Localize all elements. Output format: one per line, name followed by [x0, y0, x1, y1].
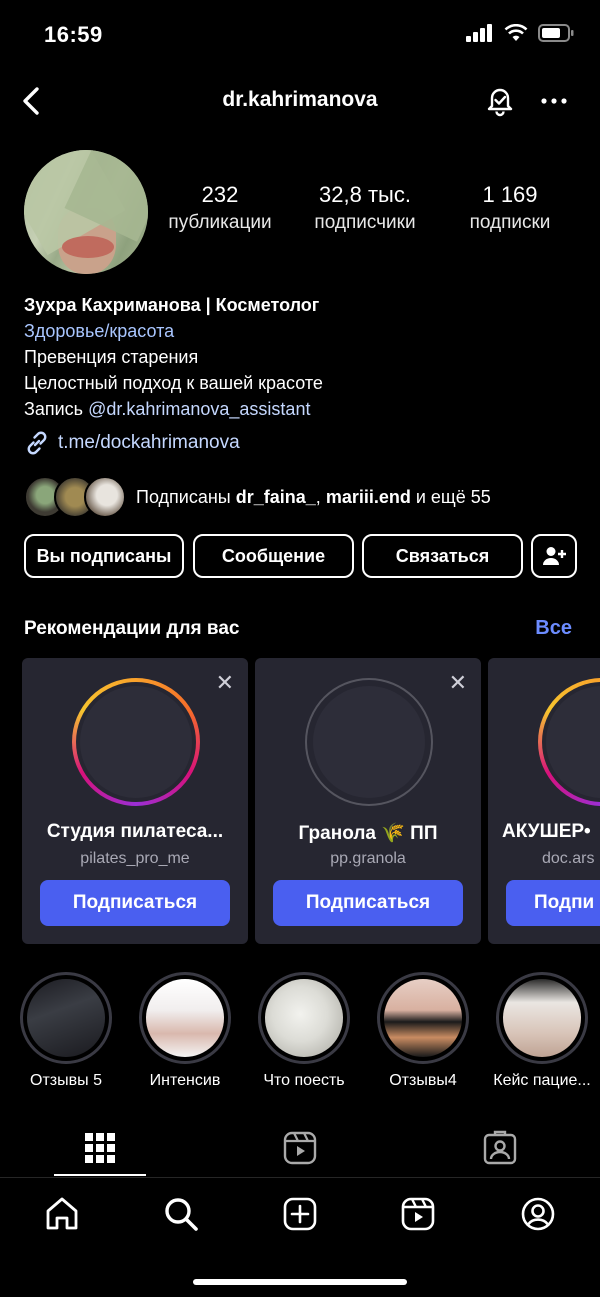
tab-reels[interactable]	[280, 1128, 320, 1168]
external-link-text[interactable]: t.me/dockahrimanova	[58, 432, 240, 454]
mutual-follower-name: mariii.end	[325, 486, 411, 507]
message-button[interactable]: Сообщение	[193, 534, 354, 578]
highlight-label: Отзывы4	[389, 1072, 457, 1089]
stat-posts-value: 232	[201, 182, 239, 207]
highlight-label: Интенсив	[149, 1072, 221, 1089]
nav-profile[interactable]	[518, 1194, 558, 1234]
tagged-icon	[483, 1130, 517, 1165]
highlight-label: Отзывы 5	[30, 1072, 102, 1089]
tab-tagged[interactable]	[480, 1128, 520, 1168]
nav-create[interactable]	[280, 1194, 320, 1234]
nav-search[interactable]	[161, 1194, 201, 1234]
profile-bio: Зухра Кахриманова | Косметолог Здоровье/…	[24, 292, 584, 422]
recommendation-name: Гранола 🌾 ПП	[298, 823, 438, 844]
external-link[interactable]: t.me/dockahrimanova	[24, 430, 240, 456]
bell-icon	[487, 88, 513, 117]
mutual-follower-avatar	[84, 476, 126, 518]
contact-button[interactable]: Связаться	[362, 534, 523, 578]
highlight-cover	[384, 979, 462, 1057]
divider	[0, 1177, 600, 1178]
story-highlight[interactable]: Отзывы4	[368, 972, 478, 1090]
status-time: 16:59	[44, 22, 103, 47]
recommendation-card[interactable]: ✕ Студия пилатеса... pilates_pro_me Подп…	[22, 658, 248, 944]
nav-reels[interactable]	[398, 1194, 438, 1234]
avatar-ring	[305, 678, 433, 806]
recommendation-handle: doc.ars	[542, 850, 595, 867]
story-ring	[72, 678, 200, 806]
more-icon	[541, 98, 567, 104]
highlight-cover	[27, 979, 105, 1057]
stat-posts[interactable]: 232 публикации	[164, 182, 276, 234]
active-tab-indicator	[54, 1174, 146, 1176]
signal-icon	[466, 24, 492, 42]
story-highlight[interactable]: Что поесть	[249, 972, 359, 1090]
more-options-button[interactable]	[538, 88, 570, 114]
stat-posts-label: публикации	[168, 212, 272, 233]
bio-line: Целостный подход к вашей красоте	[24, 373, 323, 393]
stat-following-label: подписки	[469, 212, 551, 233]
nav-home[interactable]	[42, 1194, 82, 1234]
close-icon[interactable]: ✕	[449, 670, 467, 696]
see-all-link[interactable]: Все	[535, 617, 572, 640]
mutual-followers-text: Подписаны dr_faina_, mariii.end и ещё 55	[136, 486, 491, 507]
story-highlight[interactable]: Интенсив	[130, 972, 240, 1090]
profile-category[interactable]: Здоровье/красота	[24, 318, 584, 344]
link-icon	[27, 431, 47, 455]
story-highlight[interactable]: Отзывы 5	[11, 972, 121, 1090]
story-ring	[538, 678, 600, 806]
profile-avatar[interactable]	[24, 150, 148, 274]
mutual-follower-name: dr_faina_	[235, 486, 316, 507]
highlight-cover	[146, 979, 224, 1057]
stat-following-value: 1 169	[482, 182, 538, 207]
grid-icon	[85, 1133, 115, 1163]
follow-button[interactable]: Подписаться	[273, 880, 463, 926]
search-icon	[165, 1198, 198, 1231]
mutual-followers[interactable]: Подписаны dr_faina_, mariii.end и ещё 55	[24, 476, 491, 518]
highlight-cover	[503, 979, 581, 1057]
suggest-people-button[interactable]	[531, 534, 577, 578]
recommendation-card[interactable]: АКУШЕР• doc.ars Подпи	[488, 658, 600, 944]
reels-icon	[283, 1131, 317, 1165]
stat-followers[interactable]: 32,8 тыс. подписчики	[300, 182, 430, 234]
story-highlight[interactable]: Кейс пацие...	[487, 972, 597, 1090]
stat-following[interactable]: 1 169 подписки	[456, 182, 564, 234]
tab-grid[interactable]	[80, 1128, 120, 1168]
profile-full-name: Зухра Кахриманова | Косметолог	[24, 295, 320, 315]
follow-button[interactable]: Подписаться	[40, 880, 230, 926]
recommendation-name: АКУШЕР•	[502, 821, 591, 842]
booking-prefix: Запись	[24, 399, 89, 419]
reels-icon	[401, 1197, 435, 1231]
booking-line: Запись @dr.kahrimanova_assistant	[24, 396, 584, 422]
home-icon	[46, 1197, 78, 1230]
battery-icon	[538, 24, 574, 42]
recommendations-title: Рекомендации для вас	[24, 618, 240, 639]
add-person-icon	[543, 547, 566, 565]
wifi-icon	[504, 24, 528, 41]
recommendation-card[interactable]: ✕ Гранола 🌾 ПП pp.granola Подписаться	[255, 658, 481, 944]
notifications-button[interactable]	[482, 82, 518, 118]
recommendation-avatar	[313, 686, 425, 798]
home-indicator	[193, 1279, 407, 1285]
recommendation-name: Студия пилатеса...	[46, 821, 224, 842]
highlight-label: Кейс пацие...	[493, 1072, 591, 1089]
stat-followers-value: 32,8 тыс.	[319, 182, 411, 207]
profile-icon	[521, 1197, 555, 1231]
recommendation-avatar	[80, 686, 192, 798]
stat-followers-label: подписчики	[314, 212, 416, 233]
status-icons	[466, 24, 574, 42]
close-icon[interactable]: ✕	[216, 670, 234, 696]
follow-button[interactable]: Подпи	[506, 880, 600, 926]
bio-line: Превенция старения	[24, 347, 199, 367]
recommendation-handle: pp.granola	[330, 850, 406, 867]
highlight-cover	[265, 979, 343, 1057]
plus-square-icon	[283, 1197, 317, 1231]
highlight-label: Что поесть	[263, 1072, 345, 1089]
following-button[interactable]: Вы подписаны	[24, 534, 184, 578]
booking-handle-link[interactable]: @dr.kahrimanova_assistant	[88, 399, 310, 419]
recommendation-handle: pilates_pro_me	[80, 850, 190, 867]
recommendation-avatar	[546, 686, 600, 798]
